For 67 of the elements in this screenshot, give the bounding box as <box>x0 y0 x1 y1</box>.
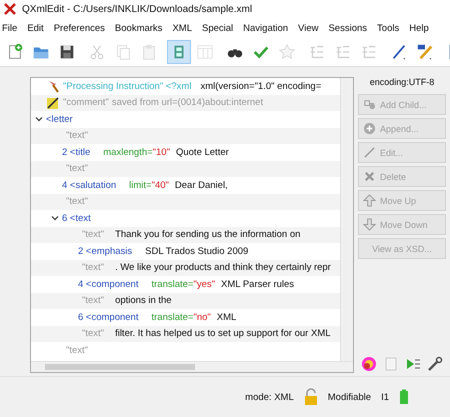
node-value: Dear Daniel, <box>174 180 228 191</box>
node-value: SDL Trados Studio 2009 <box>145 246 248 257</box>
attribute: translate="no" <box>151 312 211 323</box>
menu-item[interactable]: Sessions <box>328 22 368 34</box>
node-tag: "text" <box>66 130 88 142</box>
indent-label: I1 <box>381 392 389 402</box>
vertical-scrollbar[interactable] <box>340 78 353 361</box>
menu-item[interactable]: File <box>2 22 18 34</box>
menu-item[interactable]: XML <box>172 22 192 34</box>
edit-state-label: Modifiable <box>328 392 372 402</box>
node-value: xml(version="1.0" encoding= <box>200 80 322 92</box>
window-title: QXmlEdit - C:/Users/INKLIK/Downloads/sample.xml <box>22 4 252 14</box>
battery-icon <box>399 389 409 405</box>
up-arrow-icon <box>363 194 376 207</box>
attribute: maxlength="10" <box>103 146 170 158</box>
attribute: translate="yes" <box>151 278 216 290</box>
delete-icon <box>363 170 376 183</box>
xsdpen-icon <box>416 42 434 62</box>
menu-item[interactable]: Preferences <box>54 22 105 34</box>
node-tag: "text" <box>66 196 88 208</box>
element-tag: 4 <salutation <box>62 180 116 191</box>
node-tag: "text" <box>82 262 104 274</box>
new-icon <box>6 42 24 62</box>
node-value: XML <box>216 312 236 323</box>
element-tag: <letter <box>46 114 73 125</box>
menu-item[interactable]: Navigation <box>243 22 288 34</box>
pencil-icon <box>363 146 376 159</box>
menu-item[interactable]: Edit <box>27 22 44 34</box>
menu-item[interactable]: Bookmarks <box>114 22 162 34</box>
node-tag: "text" <box>82 295 104 306</box>
node-value: . We like your products and think they certainly repr <box>115 262 331 274</box>
node-value: saved from url=(0014)about:internet <box>112 97 264 108</box>
node-tag: "comment" <box>63 97 109 108</box>
node-value: XML Parser rules <box>221 278 294 290</box>
node-tag: "text" <box>82 229 104 240</box>
down-arrow-icon <box>363 218 376 231</box>
menu-item[interactable]: Help <box>409 22 429 34</box>
menu-item[interactable]: View <box>298 22 318 34</box>
element-tag: 2 <title <box>62 146 90 158</box>
attribute: limit="40" <box>129 180 169 191</box>
compact-button[interactable] <box>167 40 191 64</box>
pencil-icon <box>46 96 60 110</box>
node-tag: "Processing Instruction" <?xml <box>63 80 192 92</box>
encoding-label: encoding:UTF-8 <box>368 77 436 89</box>
menu-item[interactable]: Tools <box>377 22 400 34</box>
palette-icon[interactable] <box>360 355 378 373</box>
pen-icon <box>390 42 408 62</box>
horizontal-scrollbar[interactable] <box>31 361 353 372</box>
node-value: options in the <box>115 295 172 306</box>
node-tag: "text" <box>82 328 104 340</box>
node-value: Thank you for sending us the information on <box>115 229 300 240</box>
element-tag: 2 <emphasis <box>78 246 132 257</box>
node-tag: "text" <box>66 344 88 356</box>
bookmark-icon <box>278 42 296 62</box>
wrench-icon[interactable] <box>426 355 444 373</box>
paste-icon <box>140 42 158 62</box>
app-logo-icon <box>4 3 16 15</box>
element-tag: 4 <component <box>78 278 138 290</box>
node-value: filter. It has helped us to set up support for our XML <box>115 328 331 340</box>
menu-item[interactable]: Special <box>202 22 234 34</box>
node-tag: "text" <box>66 163 88 174</box>
mode-label: mode: XML <box>245 392 294 402</box>
element-tag: 6 <text <box>62 212 91 224</box>
node-value: Quote Letter <box>176 146 229 158</box>
add-child-icon <box>363 98 376 111</box>
plus-icon <box>363 122 376 135</box>
element-tag: 6 <component <box>78 312 138 323</box>
